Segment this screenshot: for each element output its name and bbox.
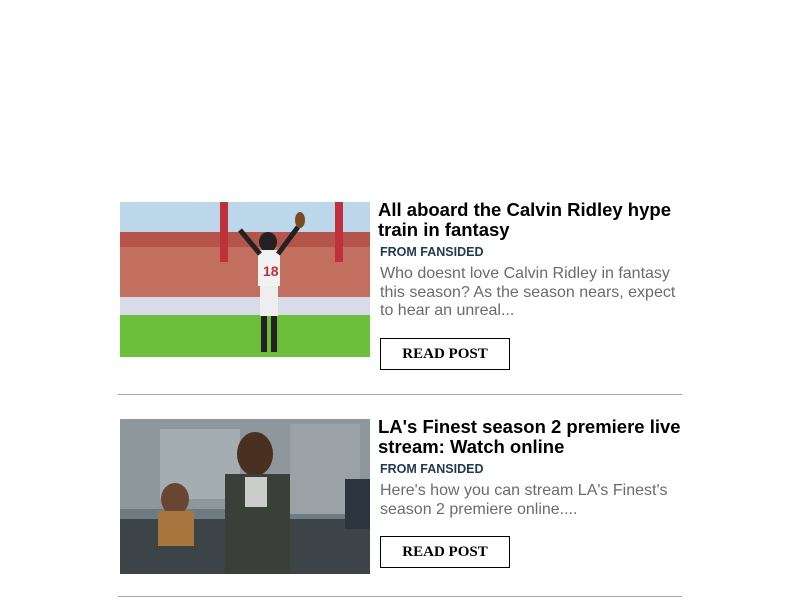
post-thumbnail[interactable]: [120, 419, 370, 574]
post-title[interactable]: All aboard the Calvin Ridley hype train …: [378, 200, 682, 240]
read-post-button[interactable]: READ POST: [380, 536, 510, 568]
post-source: FROM FANSIDED: [380, 462, 484, 476]
post-description: Here's how you can stream LA's Finest's …: [380, 482, 668, 518]
post-body: LA's Finest season 2 premiere live strea…: [378, 417, 682, 568]
post-item: 18 All aboard the Calvin Ridley hype tra…: [118, 200, 682, 395]
post-description: Who doesnt love Calvin Ridley in fantasy…: [380, 265, 676, 319]
post-thumbnail[interactable]: 18: [120, 202, 370, 357]
read-post-button[interactable]: READ POST: [380, 338, 510, 370]
post-list: 18 All aboard the Calvin Ridley hype tra…: [118, 200, 682, 597]
post-title[interactable]: LA's Finest season 2 premiere live strea…: [378, 417, 682, 457]
svg-text:18: 18: [263, 263, 279, 279]
post-body: All aboard the Calvin Ridley hype train …: [378, 200, 682, 370]
post-source: FROM FANSIDED: [380, 245, 484, 259]
post-item: LA's Finest season 2 premiere live strea…: [118, 417, 682, 597]
